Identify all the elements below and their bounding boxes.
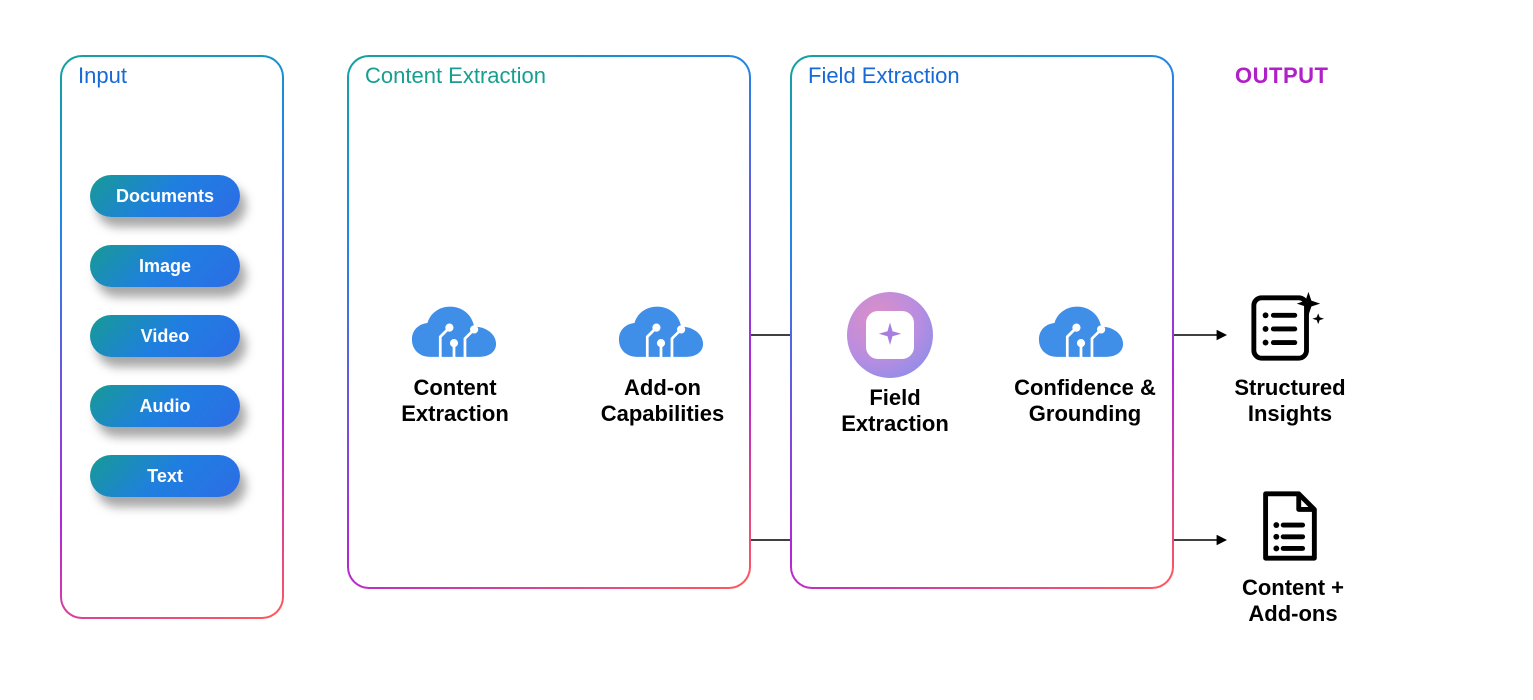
output-title: OUTPUT [1235, 63, 1328, 89]
sparkle-circle-icon [847, 292, 933, 378]
field-extraction-title: Field Extraction [808, 63, 960, 89]
cloud-icon [408, 302, 500, 366]
input-title: Input [78, 63, 127, 89]
output-content-addons: Content + Add-ons [1228, 575, 1358, 628]
structured-insights-icon [1248, 288, 1326, 366]
output-structured-insights: Structured Insights [1225, 375, 1355, 428]
pill-audio: Audio [90, 385, 240, 427]
content-addons-icon [1250, 488, 1328, 566]
node-confidence: Confidence & Grounding [1010, 375, 1160, 428]
cloud-icon [615, 302, 707, 366]
input-box: Input Documents Image Video Audio Text [60, 55, 284, 619]
input-pill-list: Documents Image Video Audio Text [90, 175, 240, 525]
content-extraction-title: Content Extraction [365, 63, 546, 89]
pill-documents: Documents [90, 175, 240, 217]
pill-image: Image [90, 245, 240, 287]
pill-text: Text [90, 455, 240, 497]
node-field-extraction: Field Extraction [835, 385, 955, 438]
node-addon: Add-on Capabilities [595, 375, 730, 428]
pill-video: Video [90, 315, 240, 357]
cloud-icon [1035, 302, 1127, 366]
node-content-extraction: Content Extraction [395, 375, 515, 428]
